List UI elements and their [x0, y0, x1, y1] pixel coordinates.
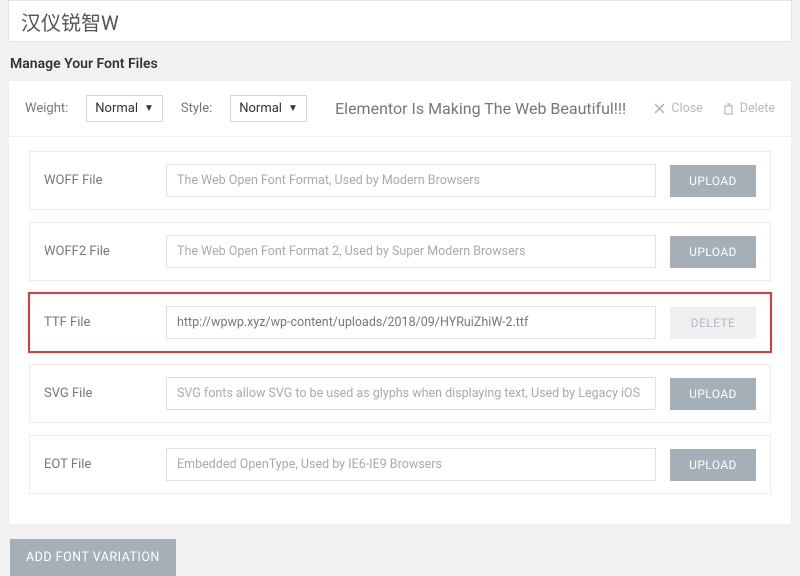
eot-row: EOT File UPLOAD: [29, 435, 771, 494]
woff2-input[interactable]: [166, 235, 656, 268]
ttf-delete-button[interactable]: DELETE: [670, 307, 756, 339]
woff-label: WOFF File: [44, 173, 152, 188]
svg-row: SVG File UPLOAD: [29, 364, 771, 423]
caret-down-icon: ▼: [288, 103, 298, 114]
caret-down-icon: ▼: [144, 103, 154, 114]
eot-input[interactable]: [166, 448, 656, 481]
delete-button[interactable]: Delete: [723, 101, 775, 116]
woff2-row: WOFF2 File UPLOAD: [29, 222, 771, 281]
add-font-variation-button[interactable]: ADD FONT VARIATION: [10, 539, 176, 576]
style-label: Style:: [181, 101, 212, 116]
woff2-upload-button[interactable]: UPLOAD: [670, 236, 756, 268]
ttf-input[interactable]: [166, 306, 656, 339]
font-title-input[interactable]: [8, 0, 792, 42]
font-files-panel: Weight: Normal ▼ Style: Normal ▼ Element…: [8, 80, 792, 525]
svg-label: SVG File: [44, 386, 152, 401]
ttf-label: TTF File: [44, 315, 152, 330]
close-label: Close: [671, 101, 702, 116]
woff2-label: WOFF2 File: [44, 244, 152, 259]
weight-select[interactable]: Normal ▼: [86, 95, 163, 122]
font-preview-text: Elementor Is Making The Web Beautiful!!!: [325, 99, 637, 118]
svg-input[interactable]: [166, 377, 656, 410]
woff-input[interactable]: [166, 164, 656, 197]
style-value: Normal: [239, 101, 282, 116]
close-button[interactable]: Close: [654, 101, 702, 116]
variation-toolbar: Weight: Normal ▼ Style: Normal ▼ Element…: [9, 81, 791, 137]
woff-row: WOFF File UPLOAD: [29, 151, 771, 210]
woff-upload-button[interactable]: UPLOAD: [670, 165, 756, 197]
ttf-row: TTF File DELETE: [29, 293, 771, 352]
svg-upload-button[interactable]: UPLOAD: [670, 378, 756, 410]
section-heading: Manage Your Font Files: [10, 56, 792, 72]
weight-value: Normal: [95, 101, 138, 116]
delete-label: Delete: [740, 101, 775, 116]
eot-upload-button[interactable]: UPLOAD: [670, 449, 756, 481]
trash-icon: [723, 103, 734, 115]
close-icon: [654, 103, 665, 114]
weight-label: Weight:: [25, 101, 68, 116]
file-rows: WOFF File UPLOAD WOFF2 File UPLOAD TTF F…: [9, 137, 791, 524]
style-select[interactable]: Normal ▼: [230, 95, 307, 122]
eot-label: EOT File: [44, 457, 152, 472]
